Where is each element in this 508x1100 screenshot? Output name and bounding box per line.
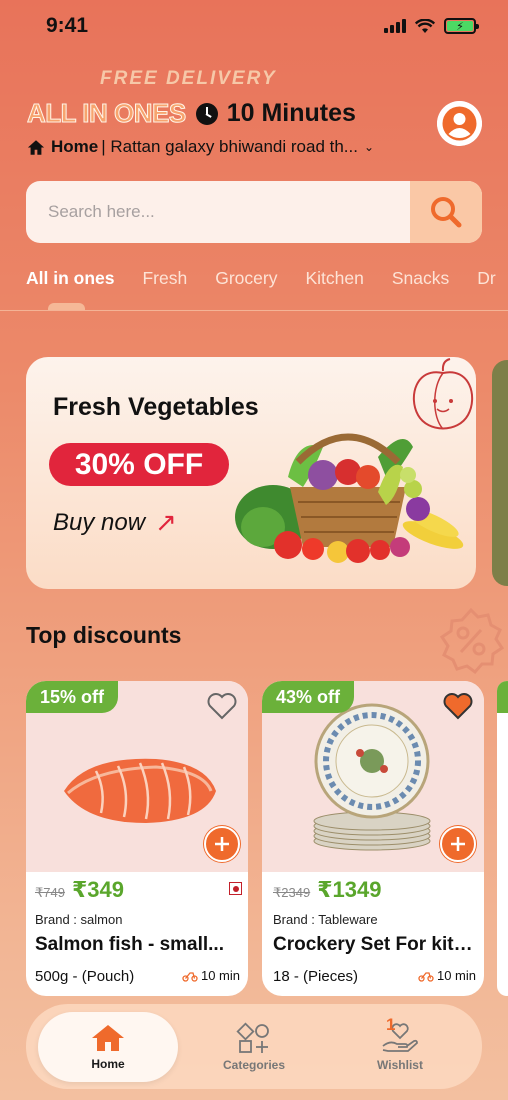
search-button[interactable] xyxy=(410,181,482,243)
home-icon xyxy=(92,1025,124,1051)
heart-outline-icon[interactable] xyxy=(206,691,238,721)
tabs-divider xyxy=(0,310,508,311)
sale-price: ₹349 xyxy=(71,877,124,902)
delivery-time: 10 min xyxy=(182,968,240,983)
banner-offer-badge: 30% OFF xyxy=(49,443,229,486)
crockery-plates-image xyxy=(313,703,431,851)
nav-wishlist-label: Wishlist xyxy=(377,1058,423,1072)
product-title: Salmon fish - small... xyxy=(35,934,224,955)
profile-avatar[interactable] xyxy=(437,101,482,146)
address-text: | Rattan galaxy bhiwandi road th... xyxy=(101,137,358,156)
top-discounts-title: Top discounts xyxy=(26,622,182,648)
brand-name: ALL IN ONES xyxy=(27,98,187,129)
product-card[interactable]: 15% off ₹749 ₹349 Brand : salmon Salmon … xyxy=(26,681,248,996)
home-icon xyxy=(27,139,45,155)
mrp-price: ₹2349 xyxy=(273,885,311,900)
delivery-eta: 10 Minutes xyxy=(226,99,356,127)
status-bar: 9:41 ⚡ xyxy=(0,0,508,50)
salmon-fillet-image xyxy=(64,758,216,823)
product-brand: Brand : Tableware xyxy=(273,912,378,927)
heart-filled-icon[interactable] xyxy=(442,691,474,721)
non-veg-icon xyxy=(229,882,242,895)
delivery-time: 10 min xyxy=(418,968,476,983)
nav-home[interactable]: Home xyxy=(38,1012,178,1082)
nav-categories[interactable]: Categories xyxy=(184,1012,324,1082)
promo-banner[interactable]: Fresh Vegetables 30% OFF Buy now ↗ xyxy=(26,357,476,589)
banner-cta-label: Buy now xyxy=(53,508,146,536)
nav-wishlist[interactable]: Wishlist xyxy=(330,1012,470,1082)
wishlist-count-badge: 1 xyxy=(386,1015,396,1034)
mrp-price: ₹749 xyxy=(35,885,65,900)
categories-icon xyxy=(236,1022,269,1053)
search-icon xyxy=(431,197,462,228)
free-delivery-tagline: FREE DELIVERY xyxy=(100,68,277,89)
brand-row: ALL IN ONES 10 Minutes xyxy=(27,98,356,129)
price-row: ₹749 ₹349 xyxy=(35,877,124,903)
address-label: Home xyxy=(51,137,99,156)
clock-icon xyxy=(195,102,218,125)
tab-snacks[interactable]: Snacks xyxy=(392,268,449,289)
delivery-time-text: 10 min xyxy=(436,968,476,983)
user-icon xyxy=(437,101,482,146)
address-selector[interactable]: Home | Rattan galaxy bhiwandi road th...… xyxy=(27,137,407,157)
nav-categories-label: Categories xyxy=(222,1058,286,1072)
product-brand: Brand : salmon xyxy=(35,912,123,927)
status-time: 9:41 xyxy=(46,14,89,37)
add-to-cart-button[interactable] xyxy=(204,826,240,862)
percent-badge-icon xyxy=(439,607,505,675)
tab-grocery[interactable]: Grocery xyxy=(215,268,277,289)
scooter-icon xyxy=(418,971,434,982)
category-tabs: All in ones Fresh Grocery Kitchen Snacks… xyxy=(26,268,508,289)
bottom-nav: Home Categories Wishlist xyxy=(26,1004,482,1089)
vegetable-basket-illustration xyxy=(235,433,464,563)
add-to-cart-button[interactable] xyxy=(440,826,476,862)
nav-home-label: Home xyxy=(91,1057,125,1071)
status-icons: ⚡ xyxy=(384,18,479,34)
wifi-icon xyxy=(415,18,435,33)
delivery-time-text: 10 min xyxy=(200,968,240,983)
search-input[interactable] xyxy=(26,181,410,243)
next-banner-peek[interactable] xyxy=(492,360,508,586)
battery-icon: ⚡ xyxy=(444,18,479,34)
product-quantity: 500g - (Pouch) xyxy=(35,968,135,985)
price-row: ₹2349 ₹1349 xyxy=(273,877,381,903)
search-bar xyxy=(26,181,482,243)
product-card[interactable]: 43% off ₹2349 ₹1349 Brand : Tableware Cr… xyxy=(262,681,484,996)
tab-drinks[interactable]: Dr xyxy=(477,268,495,289)
banner-buy-now[interactable]: Buy now ↗ xyxy=(53,507,177,538)
tab-kitchen[interactable]: Kitchen xyxy=(305,268,363,289)
arrow-up-right-icon: ↗ xyxy=(155,507,177,537)
plus-icon xyxy=(451,837,465,851)
product-title: Crockery Set For kitc... xyxy=(273,934,478,955)
tab-fresh[interactable]: Fresh xyxy=(142,268,187,289)
sale-price: ₹1349 xyxy=(317,877,382,902)
product-quantity: 18 - (Pieces) xyxy=(273,968,359,985)
tab-all-in-ones[interactable]: All in ones xyxy=(26,268,114,289)
chevron-down-icon: ⌄ xyxy=(363,140,375,154)
cellular-signal-icon xyxy=(384,19,406,33)
discount-badge: 15% off xyxy=(26,681,119,713)
next-product-card-peek[interactable] xyxy=(497,681,508,996)
plus-icon xyxy=(215,837,229,851)
discount-badge: 43% off xyxy=(262,681,355,713)
scooter-icon xyxy=(182,971,198,982)
